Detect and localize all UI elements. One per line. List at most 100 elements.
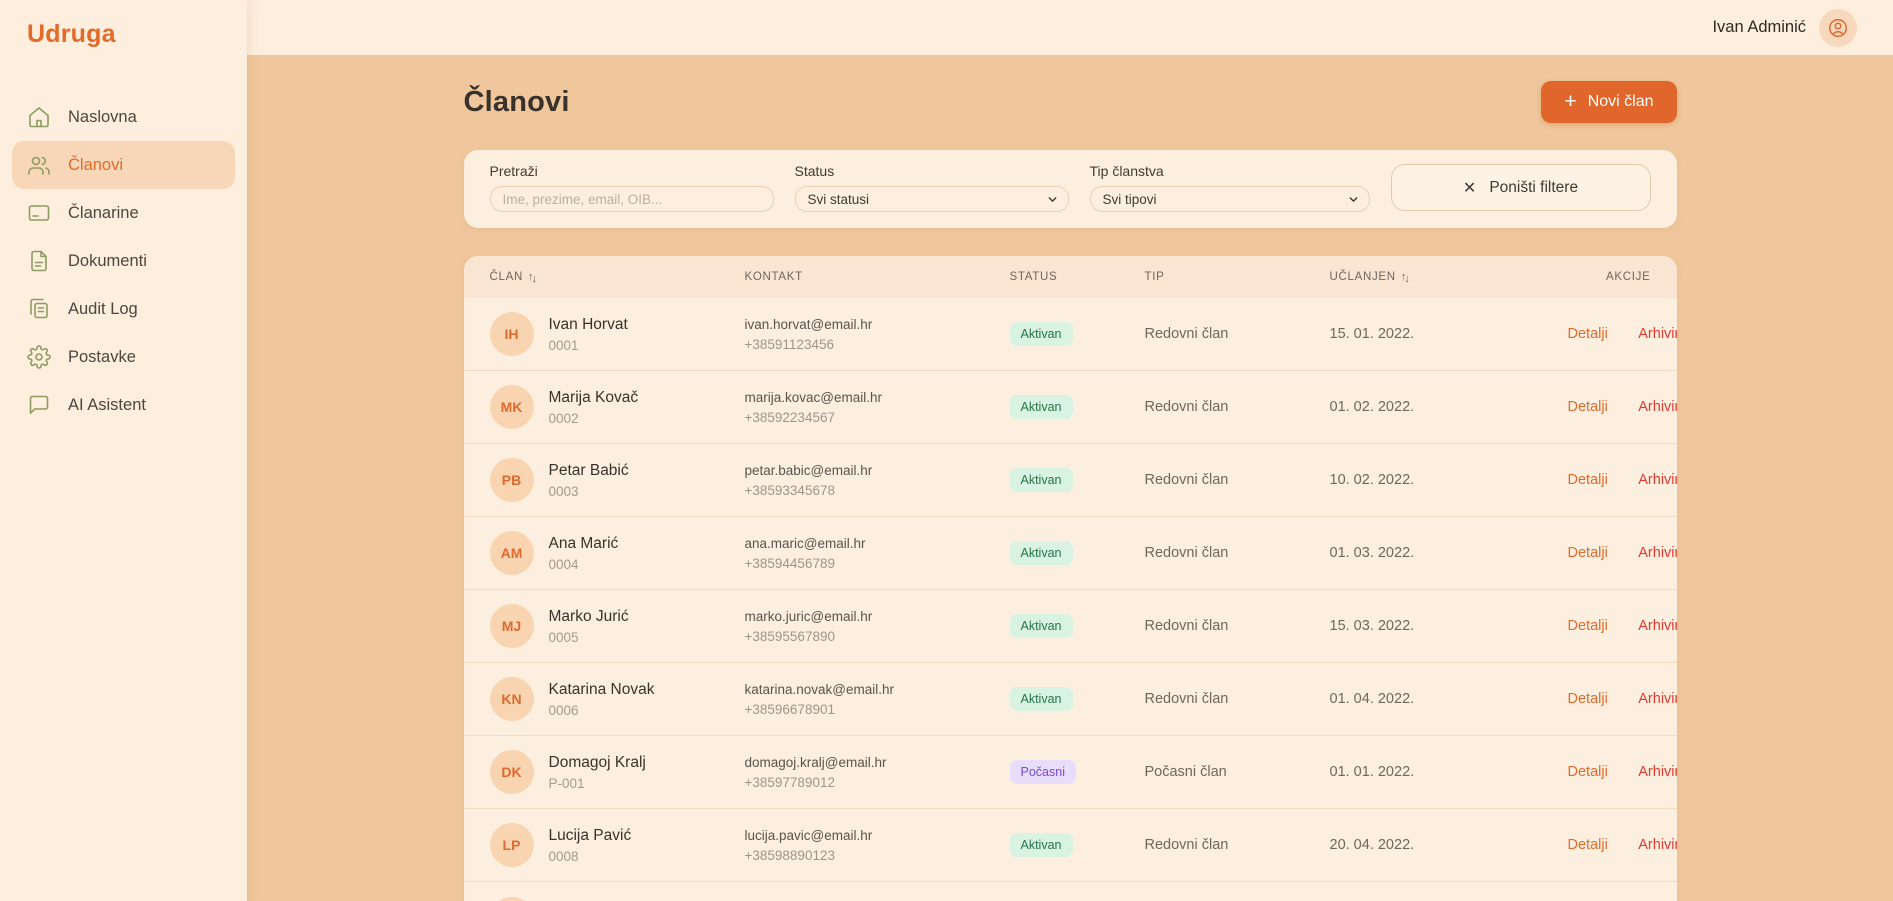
member-name: Petar Babić	[549, 462, 629, 480]
sidebar-item-dokumenti[interactable]: Dokumenti	[12, 237, 235, 285]
user-avatar-button[interactable]	[1819, 9, 1857, 47]
archive-link[interactable]: Arhiviraj	[1638, 472, 1676, 488]
table-row: MJ Marko Jurić 0005 marko.juric@email.hr…	[464, 590, 1677, 663]
member-id: 0008	[549, 849, 632, 864]
member-id: 0006	[549, 703, 655, 718]
members-table: ČLAN ↑↓ KONTAKT STATUS TIP	[464, 256, 1677, 901]
avatar: LP	[490, 823, 534, 867]
membership-type: Redovni član	[1145, 691, 1330, 707]
type-filter-select[interactable]: Svi tipovi	[1090, 186, 1370, 212]
sidebar-item-label: Naslovna	[68, 108, 137, 127]
status-badge: Aktivan	[1010, 833, 1073, 857]
archive-link[interactable]: Arhiviraj	[1638, 326, 1676, 342]
archive-link[interactable]: Arhiviraj	[1638, 545, 1676, 561]
sidebar-item-label: Audit Log	[68, 300, 138, 319]
member-id: 0003	[549, 484, 629, 499]
member-phone: +38596678901	[745, 702, 1010, 717]
column-header-type: TIP	[1145, 271, 1330, 283]
sidebar-item-postavke[interactable]: Postavke	[12, 333, 235, 381]
member-phone: +38595567890	[745, 629, 1010, 644]
status-badge: Aktivan	[1010, 541, 1073, 565]
new-member-button[interactable]: + Novi član	[1541, 81, 1676, 123]
member-name: Ivan Horvat	[549, 316, 628, 334]
joined-date: 20. 04. 2022.	[1330, 837, 1542, 853]
details-link[interactable]: Detalji	[1568, 618, 1608, 634]
search-input[interactable]	[490, 186, 774, 212]
status-badge: Počasni	[1010, 760, 1076, 784]
member-phone: +38593345678	[745, 483, 1010, 498]
avatar: MJ	[490, 604, 534, 648]
member-name: Lucija Pavić	[549, 827, 632, 845]
app-logo: Udruga	[0, 0, 247, 49]
details-link[interactable]: Detalji	[1568, 837, 1608, 853]
member-name: Ana Marić	[549, 535, 619, 553]
member-id: P-001	[549, 776, 646, 791]
member-email: ivan.horvat@email.hr	[745, 317, 1010, 332]
table-row: FL Filip Lovrić filip.lovric@email.hr De…	[464, 882, 1677, 901]
details-link[interactable]: Detalji	[1568, 472, 1608, 488]
user-circle-icon	[1827, 17, 1849, 39]
member-email: petar.babic@email.hr	[745, 463, 1010, 478]
avatar: FL	[490, 897, 534, 901]
archive-link[interactable]: Arhiviraj	[1638, 399, 1676, 415]
details-link[interactable]: Detalji	[1568, 399, 1608, 415]
joined-date: 01. 04. 2022.	[1330, 691, 1542, 707]
details-link[interactable]: Detalji	[1568, 691, 1608, 707]
status-filter-select[interactable]: Svi statusi	[795, 186, 1069, 212]
membership-type: Redovni član	[1145, 837, 1330, 853]
search-label: Pretraži	[490, 163, 774, 179]
avatar: DK	[490, 750, 534, 794]
table-row: MK Marija Kovač 0002 marija.kovac@email.…	[464, 371, 1677, 444]
archive-link[interactable]: Arhiviraj	[1638, 764, 1676, 780]
archive-link[interactable]: Arhiviraj	[1638, 691, 1676, 707]
sidebar-item-clanovi[interactable]: Članovi	[12, 141, 235, 189]
status-badge: Aktivan	[1010, 614, 1073, 638]
column-header-member[interactable]: ČLAN ↑↓	[490, 271, 745, 283]
member-email: domagoj.kralj@email.hr	[745, 755, 1010, 770]
sidebar-item-clanarine[interactable]: Članarine	[12, 189, 235, 237]
table-row: KN Katarina Novak 0006 katarina.novak@em…	[464, 663, 1677, 736]
status-badge: Aktivan	[1010, 687, 1073, 711]
avatar: AM	[490, 531, 534, 575]
member-id: 0002	[549, 411, 639, 426]
joined-date: 15. 03. 2022.	[1330, 618, 1542, 634]
sidebar-item-label: Dokumenti	[68, 252, 147, 271]
type-filter-label: Tip članstva	[1090, 163, 1370, 179]
archive-link[interactable]: Arhiviraj	[1638, 618, 1676, 634]
table-row: AM Ana Marić 0004 ana.maric@email.hr +38…	[464, 517, 1677, 590]
clear-filters-button[interactable]: ✕ Poništi filtere	[1391, 164, 1651, 211]
member-email: ana.maric@email.hr	[745, 536, 1010, 551]
member-id: 0004	[549, 557, 619, 572]
status-badge: Aktivan	[1010, 322, 1073, 346]
plus-icon: +	[1564, 91, 1576, 112]
column-header-joined[interactable]: UČLANJEN ↑↓	[1330, 271, 1542, 283]
sidebar-item-ai-asistent[interactable]: AI Asistent	[12, 381, 235, 429]
column-header-contact: KONTAKT	[745, 271, 1010, 283]
member-phone: +38594456789	[745, 556, 1010, 571]
details-link[interactable]: Detalji	[1568, 545, 1608, 561]
sidebar-item-label: Članovi	[68, 156, 123, 175]
avatar: KN	[490, 677, 534, 721]
membership-type: Redovni član	[1145, 326, 1330, 342]
sort-icon: ↑↓	[528, 271, 535, 283]
sidebar-item-label: AI Asistent	[68, 396, 146, 415]
member-phone: +38597789012	[745, 775, 1010, 790]
column-header-status: STATUS	[1010, 271, 1145, 283]
sidebar-item-audit-log[interactable]: Audit Log	[12, 285, 235, 333]
membership-type: Redovni član	[1145, 399, 1330, 415]
table-row: LP Lucija Pavić 0008 lucija.pavic@email.…	[464, 809, 1677, 882]
member-id: 0001	[549, 338, 628, 353]
details-link[interactable]: Detalji	[1568, 764, 1608, 780]
sidebar-item-naslovna[interactable]: Naslovna	[12, 93, 235, 141]
document-icon	[27, 249, 51, 273]
gear-icon	[27, 345, 51, 369]
page-title: Članovi	[464, 86, 570, 119]
column-header-actions: AKCIJE	[1542, 271, 1651, 283]
main-content: Članovi + Novi član Pretraži Status	[247, 55, 1893, 901]
joined-date: 01. 03. 2022.	[1330, 545, 1542, 561]
member-email: marko.juric@email.hr	[745, 609, 1010, 624]
member-phone: +38591123456	[745, 337, 1010, 352]
archive-link[interactable]: Arhiviraj	[1638, 837, 1676, 853]
details-link[interactable]: Detalji	[1568, 326, 1608, 342]
close-icon: ✕	[1463, 178, 1476, 198]
